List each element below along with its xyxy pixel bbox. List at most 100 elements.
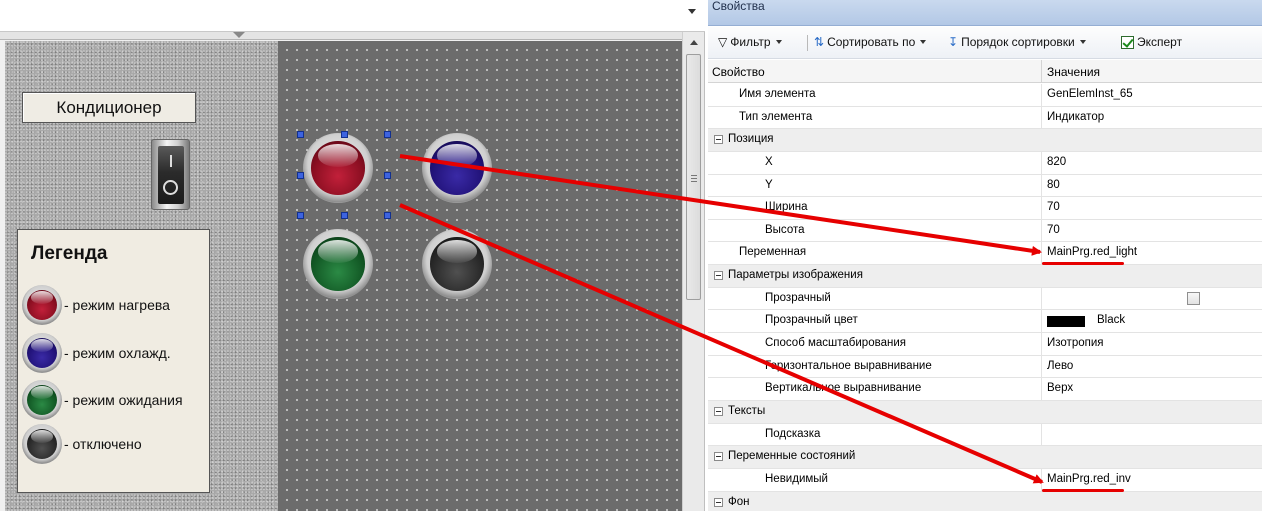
filter-button[interactable]: ▽ Фильтр	[718, 35, 782, 49]
property-name: Y	[765, 178, 773, 191]
selection-handle[interactable]	[297, 131, 304, 138]
column-divider	[1041, 468, 1042, 491]
color-name[interactable]: Black	[1097, 314, 1125, 326]
legend-box[interactable]: Легенда - режим нагрева - режим охлажд. …	[17, 229, 210, 493]
checkbox-checked-icon[interactable]	[1121, 35, 1134, 49]
chevron-down-icon[interactable]	[688, 9, 696, 14]
color-swatch[interactable]	[1047, 316, 1085, 328]
green-lamp-icon	[22, 380, 62, 420]
property-row[interactable]: Высота 70	[708, 219, 1262, 243]
property-row[interactable]: Вертикальное выравнивание Верх	[708, 378, 1262, 401]
column-header-value[interactable]: Значения	[1047, 65, 1100, 79]
scrollbar-thumb[interactable]	[686, 54, 701, 300]
legend-item-standby: - режим ожидания	[22, 380, 208, 420]
column-divider	[1041, 174, 1042, 197]
property-value[interactable]: 70	[1047, 201, 1060, 213]
column-header-property[interactable]: Свойство	[712, 65, 765, 79]
selection-handle[interactable]	[384, 212, 391, 219]
column-divider	[1041, 219, 1042, 242]
selection-handle[interactable]	[384, 131, 391, 138]
property-row[interactable]: Невидимый MainPrg.red_inv	[708, 468, 1262, 492]
property-row[interactable]: Подсказка	[708, 423, 1262, 447]
collapse-icon[interactable]	[714, 452, 723, 462]
blue-indicator-lamp[interactable]	[422, 133, 492, 203]
property-name: Способ масштабирования	[765, 337, 906, 350]
property-value[interactable]: Индикатор	[1047, 111, 1104, 123]
black-indicator-lamp[interactable]	[422, 229, 492, 299]
property-value[interactable]: MainPrg.red_inv	[1047, 473, 1131, 485]
property-row[interactable]: Прозрачный цвет Black	[708, 310, 1262, 334]
legend-label: - режим охлажд.	[64, 345, 171, 361]
visualization-editor: Кондиционер Легенда - режим нагрева - ре…	[0, 0, 705, 511]
property-row[interactable]: Способ масштабирования Изотропия	[708, 333, 1262, 356]
selection-handle[interactable]	[341, 212, 348, 219]
property-value[interactable]: Изотропия	[1047, 337, 1104, 349]
property-row[interactable]: Тип элемента Индикатор	[708, 106, 1262, 130]
sort-by-button[interactable]: ⇅ Сортировать по	[814, 35, 927, 49]
properties-panel: Свойства ▽ Фильтр ⇅ Сортировать по ↧ Пор…	[708, 0, 1262, 511]
ruler-marker-icon[interactable]	[233, 32, 245, 38]
selection-handle[interactable]	[297, 172, 304, 179]
title-label[interactable]: Кондиционер	[22, 92, 196, 123]
switch-on-mark-icon	[170, 155, 172, 167]
scroll-up-icon[interactable]	[690, 40, 698, 45]
column-divider[interactable]	[1041, 60, 1042, 83]
sort-order-button[interactable]: ↧ Порядок сортировки	[948, 35, 1086, 49]
property-grid-header: Свойство Значения	[708, 60, 1262, 83]
selection-handle[interactable]	[384, 172, 391, 179]
vertical-scrollbar[interactable]	[682, 32, 704, 511]
selection-handle[interactable]	[341, 131, 348, 138]
legend-item-heating: - режим нагрева	[22, 285, 208, 325]
expert-toggle[interactable]: Эксперт	[1121, 35, 1182, 49]
ruler	[0, 32, 682, 40]
sort-by-label: Сортировать по	[827, 35, 916, 49]
property-category-row[interactable]: Параметры изображения	[708, 265, 1262, 288]
property-value[interactable]: Лево	[1047, 360, 1073, 372]
property-row[interactable]: Прозрачный	[708, 287, 1262, 311]
panel-title: Свойства	[708, 0, 1262, 26]
collapse-icon[interactable]	[714, 271, 723, 281]
property-name: Переменная	[739, 246, 807, 259]
property-name: Невидимый	[765, 472, 828, 485]
property-row[interactable]: Переменная MainPrg.red_light	[708, 242, 1262, 266]
property-value[interactable]: Верх	[1047, 382, 1073, 394]
legend-label: - режим нагрева	[64, 297, 170, 313]
rocker-switch[interactable]	[151, 139, 190, 210]
property-row[interactable]: Имя элемента GenElemInst_65	[708, 84, 1262, 107]
red-indicator-lamp[interactable]	[303, 133, 373, 203]
property-name: Горизонтальное выравнивание	[765, 359, 932, 372]
legend-label: - отключено	[64, 436, 142, 452]
property-row[interactable]: Y 80	[708, 174, 1262, 198]
property-category-row[interactable]: Позиция	[708, 129, 1262, 152]
property-category-row[interactable]: Переменные состояний	[708, 446, 1262, 469]
property-name: Высота	[765, 223, 805, 236]
visualization-canvas[interactable]: Кондиционер Легенда - режим нагрева - ре…	[5, 41, 682, 511]
property-row[interactable]: Ширина 70	[708, 197, 1262, 220]
category-label: Переменные состояний	[728, 450, 856, 463]
property-name: Прозрачный цвет	[765, 314, 858, 327]
green-indicator-lamp[interactable]	[303, 229, 373, 299]
property-category-row[interactable]: Тексты	[708, 400, 1262, 424]
red-lamp-icon	[22, 285, 62, 325]
property-row[interactable]: Горизонтальное выравнивание Лево	[708, 355, 1262, 379]
column-divider	[1041, 378, 1042, 400]
property-value[interactable]: 820	[1047, 156, 1066, 168]
sort-az-icon: ↧	[948, 35, 959, 49]
collapse-icon[interactable]	[714, 135, 723, 145]
property-name: Ширина	[765, 201, 808, 214]
collapse-icon[interactable]	[714, 406, 723, 416]
selection-handle[interactable]	[297, 212, 304, 219]
property-category-row[interactable]: Фон	[708, 491, 1262, 511]
collapse-icon[interactable]	[714, 497, 723, 507]
expert-label: Эксперт	[1137, 35, 1183, 49]
property-name: Подсказка	[765, 427, 821, 440]
filter-icon: ▽	[718, 35, 728, 49]
property-value[interactable]: GenElemInst_65	[1047, 88, 1133, 100]
property-row[interactable]: X 820	[708, 151, 1262, 175]
property-value[interactable]: 70	[1047, 224, 1060, 236]
category-label: Параметры изображения	[728, 269, 863, 282]
property-value[interactable]: 80	[1047, 179, 1060, 191]
property-value[interactable]: MainPrg.red_light	[1047, 246, 1137, 258]
toolbar-divider	[807, 35, 808, 51]
transparent-checkbox[interactable]	[1187, 291, 1200, 305]
